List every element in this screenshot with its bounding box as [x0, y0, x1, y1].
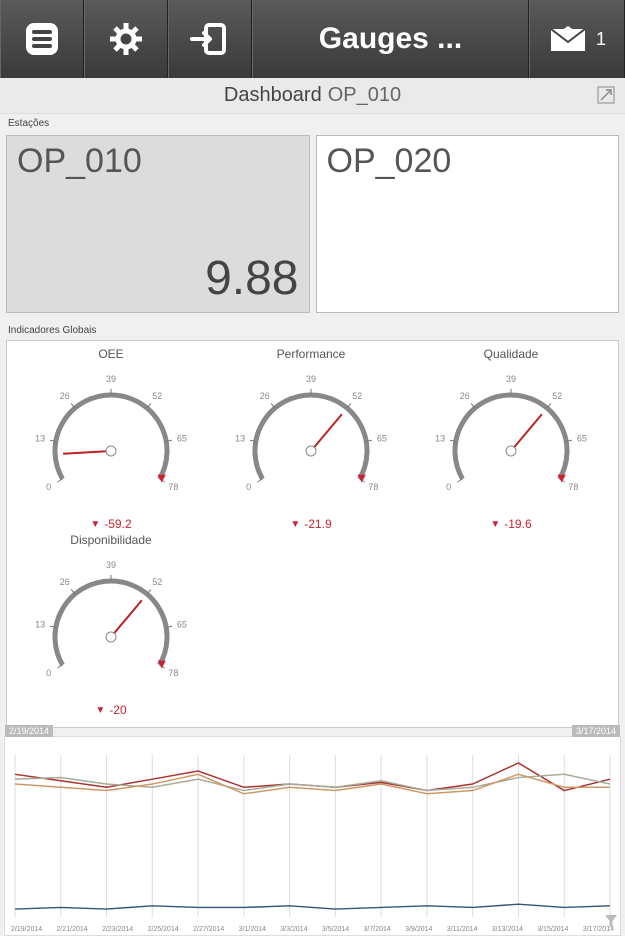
station-card[interactable]: OP_020 [316, 135, 620, 313]
svg-text:65: 65 [177, 433, 187, 443]
svg-text:65: 65 [177, 619, 187, 629]
svg-text:26: 26 [460, 391, 470, 401]
svg-text:0: 0 [46, 482, 51, 492]
gauge-title: OEE [11, 347, 211, 361]
x-tick-label: 2/25/2014 [148, 926, 179, 933]
expand-button[interactable] [597, 86, 615, 110]
x-tick-label: 2/23/2014 [102, 926, 133, 933]
svg-text:39: 39 [106, 374, 116, 384]
svg-text:0: 0 [446, 482, 451, 492]
x-tick-label: 2/19/2014 [11, 926, 42, 933]
funnel-icon [604, 914, 618, 928]
gauge-title: Disponibilidade [11, 533, 211, 547]
import-button[interactable] [168, 0, 252, 78]
gauge-cell[interactable]: Qualidade 0 13 26 39 52 65 78 ▼-19.6 [411, 345, 611, 531]
x-tick-label: 3/9/2014 [405, 926, 432, 933]
chart-canvas [5, 737, 620, 935]
stations-label: Estações [0, 114, 625, 129]
gauge-delta: ▼-20 [11, 703, 211, 717]
down-triangle-icon: ▼ [490, 519, 500, 530]
svg-text:39: 39 [506, 374, 516, 384]
gauge-dial: 0 13 26 39 52 65 78 [221, 361, 401, 521]
import-icon [188, 17, 232, 61]
station-card[interactable]: OP_010 9.88 [6, 135, 310, 313]
svg-text:26: 26 [60, 577, 70, 587]
svg-text:78: 78 [568, 482, 578, 492]
chart-filter-button[interactable] [604, 914, 618, 933]
chart-start-date: 2/19/2014 [5, 725, 53, 737]
x-tick-label: 3/3/2014 [280, 926, 307, 933]
gauges-grid: OEE 0 13 26 39 52 65 78 ▼-59.2 Performance 0 13 26 39… [11, 345, 614, 717]
expand-icon [597, 86, 615, 104]
svg-text:52: 52 [152, 391, 162, 401]
breadcrumb-root: Dashboard [224, 84, 322, 107]
gauge-title: Performance [211, 347, 411, 361]
indicators-panel: OEE 0 13 26 39 52 65 78 ▼-59.2 Performance 0 13 26 39… [6, 340, 619, 728]
svg-text:13: 13 [235, 433, 245, 443]
station-name: OP_010 [17, 142, 299, 181]
svg-text:13: 13 [435, 433, 445, 443]
gauge-delta: ▼-21.9 [211, 517, 411, 531]
stations-row: OP_010 9.88 OP_020 [0, 129, 625, 319]
x-tick-label: 3/5/2014 [322, 926, 349, 933]
gear-icon [104, 17, 148, 61]
svg-text:65: 65 [577, 433, 587, 443]
svg-text:0: 0 [246, 482, 251, 492]
indicators-label: Indicadores Globais [0, 321, 625, 336]
svg-text:52: 52 [552, 391, 562, 401]
svg-text:26: 26 [60, 391, 70, 401]
station-name: OP_020 [327, 142, 609, 181]
gauge-dial: 0 13 26 39 52 65 78 [21, 361, 201, 521]
mail-button[interactable]: 1 [529, 0, 625, 78]
svg-text:78: 78 [368, 482, 378, 492]
svg-text:78: 78 [168, 482, 178, 492]
top-toolbar: Gauges ... 1 [0, 0, 625, 78]
down-triangle-icon: ▼ [95, 705, 105, 716]
breadcrumb-context: OP_010 [328, 84, 401, 107]
gauge-dial: 0 13 26 39 52 65 78 [421, 361, 601, 521]
gauge-cell[interactable]: OEE 0 13 26 39 52 65 78 ▼-59.2 [11, 345, 211, 531]
svg-text:39: 39 [306, 374, 316, 384]
settings-button[interactable] [84, 0, 168, 78]
breadcrumb: Dashboard OP_010 [0, 78, 625, 114]
gauge-delta: ▼-19.6 [411, 517, 611, 531]
down-triangle-icon: ▼ [90, 519, 100, 530]
page-title: Gauges ... [252, 0, 529, 78]
mail-count: 1 [596, 29, 606, 50]
x-tick-label: 2/21/2014 [57, 926, 88, 933]
gauge-cell[interactable]: Disponibilidade 0 13 26 39 52 65 78 ▼-20 [11, 531, 211, 717]
down-triangle-icon: ▼ [290, 519, 300, 530]
chart-x-labels: 2/19/2014 2/21/2014 2/23/2014 2/25/2014 2/27… [5, 926, 620, 935]
gauge-dial: 0 13 26 39 52 65 78 [21, 547, 201, 707]
svg-text:39: 39 [106, 560, 116, 570]
svg-text:52: 52 [352, 391, 362, 401]
svg-text:13: 13 [35, 433, 45, 443]
svg-text:52: 52 [152, 577, 162, 587]
svg-text:13: 13 [35, 619, 45, 629]
svg-text:26: 26 [260, 391, 270, 401]
menu-button[interactable] [0, 0, 84, 78]
x-tick-label: 3/13/2014 [492, 926, 523, 933]
mail-icon [548, 24, 588, 54]
gauge-delta: ▼-59.2 [11, 517, 211, 531]
menu-icon [20, 17, 64, 61]
svg-text:0: 0 [46, 668, 51, 678]
svg-text:65: 65 [377, 433, 387, 443]
x-tick-label: 3/1/2014 [239, 926, 266, 933]
x-tick-label: 3/15/2014 [537, 926, 568, 933]
gauge-title: Qualidade [411, 347, 611, 361]
x-tick-label: 2/27/2014 [193, 926, 224, 933]
x-tick-label: 3/11/2014 [447, 926, 478, 933]
gauge-cell[interactable]: Performance 0 13 26 39 52 65 78 ▼-21.9 [211, 345, 411, 531]
chart-end-date: 3/17/2014 [572, 725, 620, 737]
x-tick-label: 3/7/2014 [364, 926, 391, 933]
trend-chart[interactable]: 2/19/2014 3/17/2014 2/19/20142/21/20142/… [4, 736, 621, 936]
svg-text:78: 78 [168, 668, 178, 678]
station-value: 9.88 [17, 251, 299, 306]
